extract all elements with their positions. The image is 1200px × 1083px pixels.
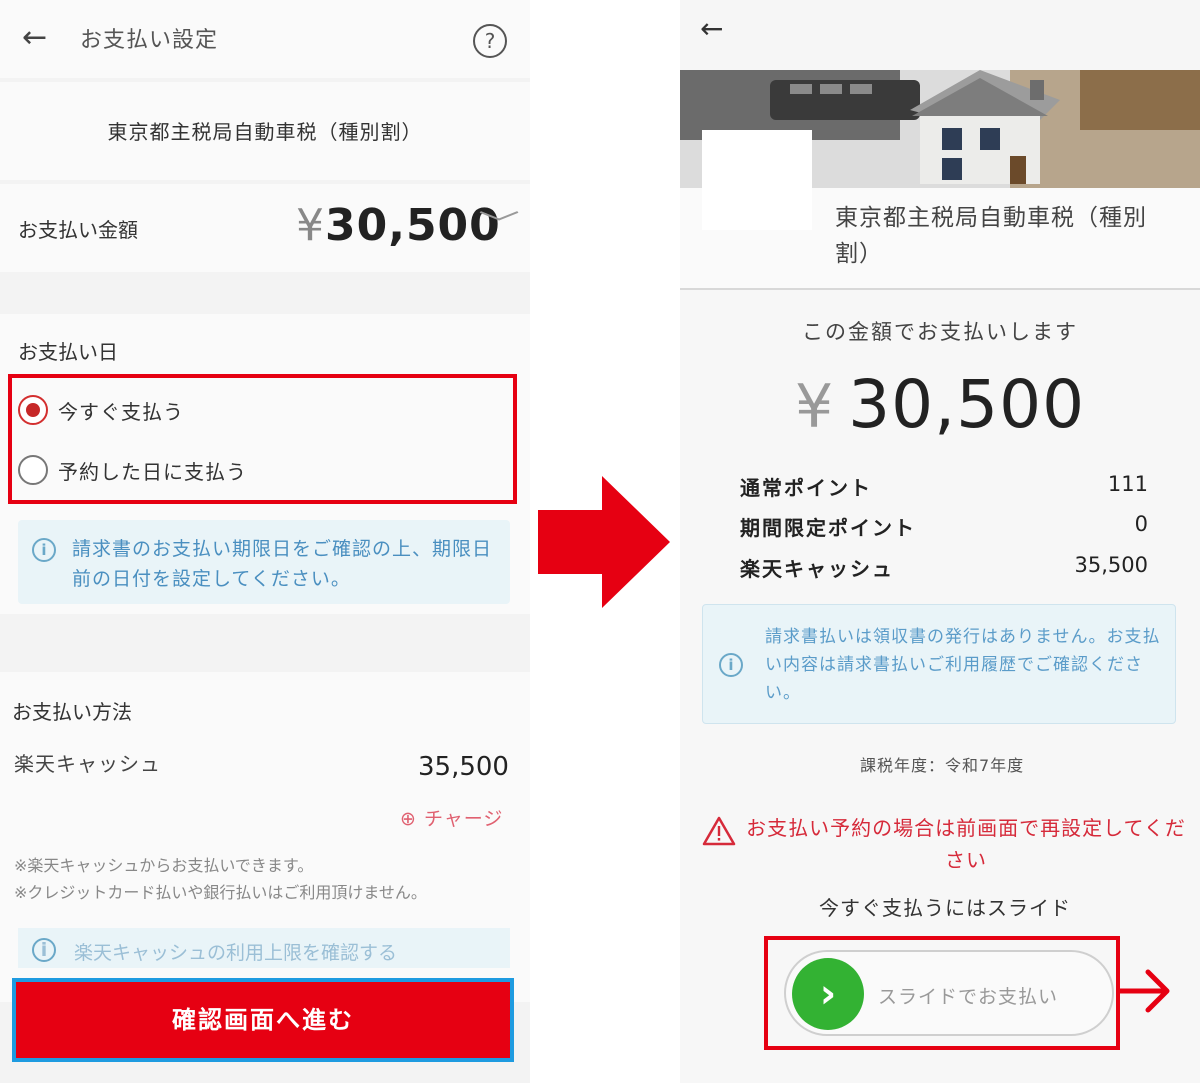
amount-number: 30,500 [848, 366, 1086, 443]
header: ← お支払い設定 ? [0, 0, 530, 78]
yen-symbol: ¥ [794, 372, 835, 442]
points-value: 111 [1107, 472, 1148, 496]
chevron-down-icon[interactable]: ﹀ [478, 204, 520, 241]
info-icon: i [32, 538, 56, 562]
back-arrow-icon[interactable]: ← [700, 12, 723, 45]
note-line: ※楽天キャッシュからお支払いできます。 [14, 856, 314, 875]
payment-date-label: お支払い日 [18, 340, 118, 364]
info-icon: i [719, 653, 743, 677]
tax-year: 課税年度：令和7年度 [860, 756, 1025, 775]
warning-text: お支払い予約の場合は前画面で再設定してください [746, 816, 1186, 872]
limit-link-box[interactable]: i 楽天キャッシュの利用上限を確認する [18, 928, 510, 968]
warning-icon [702, 816, 736, 846]
page-title: お支払い設定 [80, 28, 219, 53]
payment-confirm-screen: ← 東京都主税局自動車税（種別割） この金額でお支払いします ¥30,500 通… [680, 0, 1200, 1083]
slide-instruction: 今すぐ支払うにはスライド [819, 896, 1071, 920]
radio-pay-scheduled[interactable]: 予約した日に支払う [18, 450, 247, 490]
help-icon[interactable]: ? [473, 24, 507, 58]
slide-to-pay-slider[interactable]: › スライドでお支払い [784, 950, 1114, 1036]
notes: ※楽天キャッシュからお支払いできます。 ※クレジットカード払いや銀行払いはご利用… [14, 852, 427, 906]
radio-unselected-icon[interactable] [18, 455, 48, 485]
info-box: i 請求書のお支払い期限日をご確認の上、期限日前の日付を設定してください。 [18, 520, 510, 604]
back-arrow-icon[interactable]: ← [22, 20, 54, 56]
rakuten-cash-label: 楽天キャッシュ [14, 752, 161, 776]
amount-row[interactable]: お支払い金額 ¥30,500 ﹀ [0, 184, 530, 272]
points-row: 楽天キャッシュ 35,500 [740, 553, 1148, 587]
amount-number: 30,500 [325, 200, 501, 251]
points-label: 通常ポイント [740, 476, 872, 500]
info-text: 請求書払いは領収書の発行はありません。お支払い内容は請求書払いご利用履歴でご確認… [765, 627, 1161, 703]
points-value: 35,500 [1074, 553, 1148, 577]
payment-date-section: お支払い日 今すぐ支払う 予約した日に支払う i 請求書のお支払い期限日をご確認… [0, 314, 530, 614]
slider-label: スライドでお支払い [878, 986, 1059, 1008]
yen-symbol: ¥ [296, 200, 325, 251]
confirm-lead: この金額でお支払いします [802, 320, 1078, 344]
points-label: 期間限定ポイント [740, 516, 916, 540]
biller-name: 東京都主税局自動車税（種別割） [835, 205, 1147, 267]
radio-label: 予約した日に支払う [58, 459, 247, 484]
payment-method-section: お支払い方法 楽天キャッシュ 35,500 ⊕ チャージ ※楽天キャッシュからお… [0, 672, 530, 1002]
info-icon: i [32, 938, 56, 962]
biller-logo [702, 130, 812, 230]
chevron-right-icon: › [819, 971, 837, 1017]
amount-value: ¥30,500 [296, 200, 501, 251]
points-value: 0 [1134, 512, 1148, 536]
biller-section: 東京都主税局自動車税（種別割） [0, 82, 530, 180]
radio-pay-now[interactable]: 今すぐ支払う [18, 390, 184, 430]
biller-name: 東京都主税局自動車税（種別割） [107, 120, 423, 144]
amount-label: お支払い金額 [18, 218, 138, 242]
info-text: 請求書のお支払い期限日をご確認の上、期限日前の日付を設定してください。 [72, 538, 493, 590]
payment-settings-screen: ← お支払い設定 ? 東京都主税局自動車税（種別割） お支払い金額 ¥30,50… [0, 0, 530, 1083]
radio-label: 今すぐ支払う [58, 399, 184, 424]
limit-link-text[interactable]: 楽天キャッシュの利用上限を確認する [74, 938, 397, 965]
highlight-box: › スライドでお支払い [764, 936, 1120, 1050]
rakuten-cash-balance: 35,500 [418, 752, 509, 782]
note-line: ※クレジットカード払いや銀行払いはご利用頂けません。 [14, 883, 427, 902]
info-box: i 請求書払いは領収書の発行はありません。お支払い内容は請求書払いご利用履歴でご… [702, 604, 1176, 724]
proceed-to-confirm-button[interactable]: 確認画面へ進む [16, 982, 510, 1058]
points-row: 期間限定ポイント 0 [740, 512, 1148, 546]
header: ← [680, 0, 1200, 70]
charge-link[interactable]: ⊕ チャージ [400, 804, 503, 831]
payment-method-label: お支払い方法 [12, 700, 132, 724]
red-arrow-icon [538, 476, 670, 608]
divider [680, 288, 1200, 290]
confirm-amount: ¥30,500 [680, 366, 1200, 443]
radio-selected-icon[interactable] [18, 395, 48, 425]
points-label: 楽天キャッシュ [740, 557, 894, 581]
red-arrow-icon [1118, 969, 1170, 1013]
points-row: 通常ポイント 111 [740, 472, 1148, 506]
confirm-button-frame: 確認画面へ進む [12, 978, 514, 1062]
slider-handle[interactable]: › [792, 958, 864, 1030]
